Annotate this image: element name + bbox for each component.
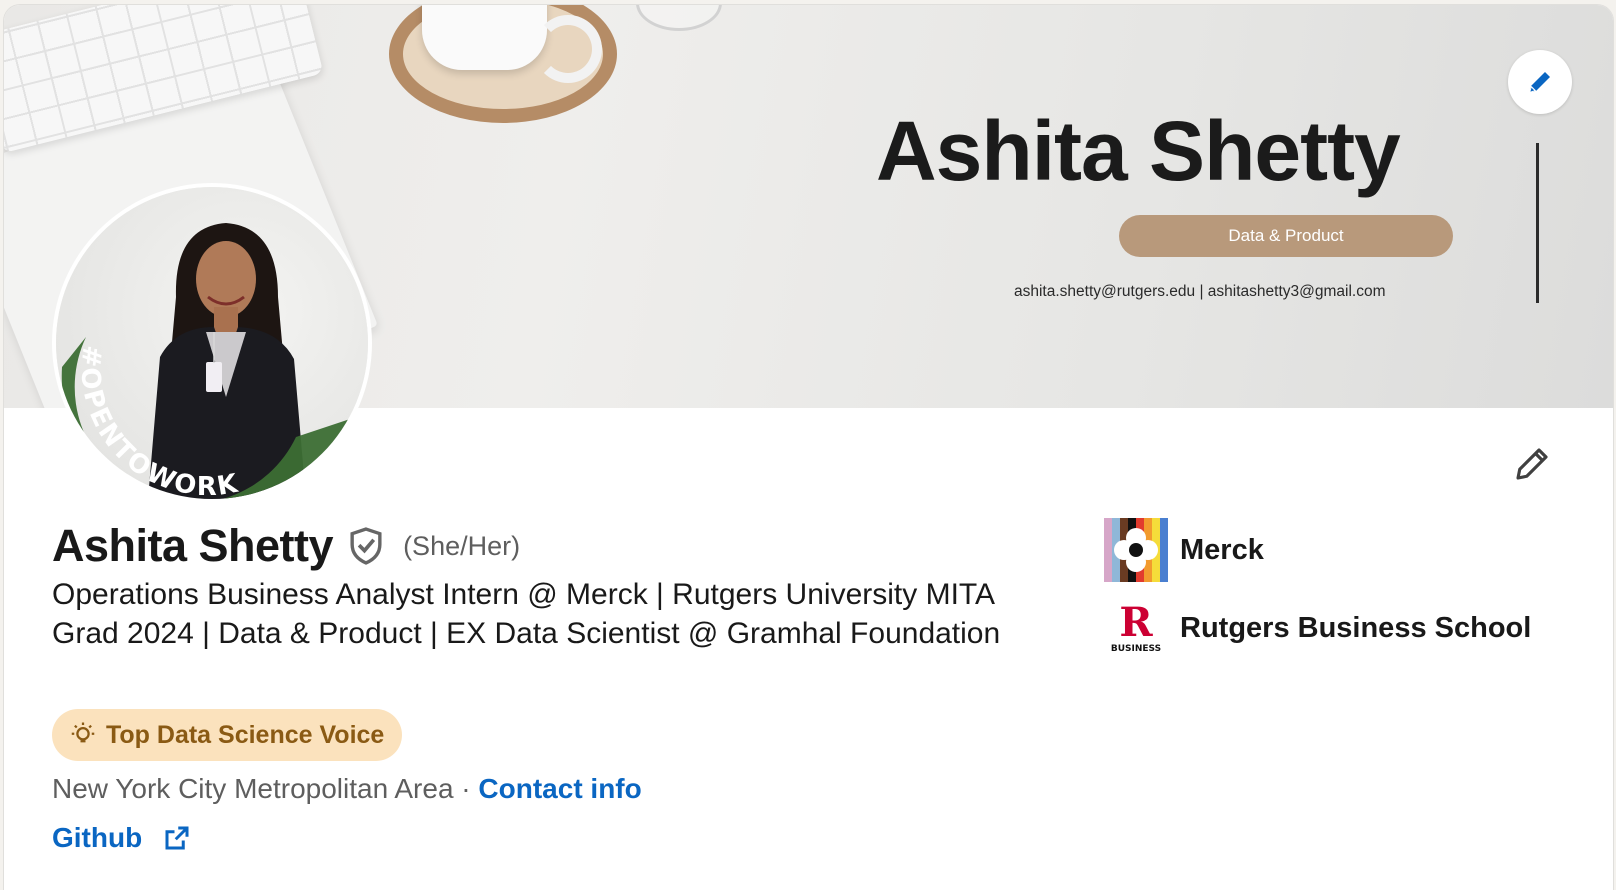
lightbulb-icon: [68, 720, 98, 750]
org-name: Merck: [1180, 533, 1264, 566]
banner-divider: [1536, 143, 1539, 303]
badge-label: Top Data Science Voice: [106, 720, 385, 749]
banner-mug: [422, 5, 547, 70]
shield-check-icon[interactable]: [347, 526, 385, 566]
org-list: Merck R BUSINESS Rutgers Business School: [1104, 518, 1531, 674]
org-item-merck[interactable]: Merck: [1104, 518, 1531, 582]
edit-banner-button[interactable]: [1508, 50, 1572, 114]
contact-info-link[interactable]: Contact info: [478, 773, 641, 804]
pencil-icon: [1530, 72, 1550, 92]
svg-text:R: R: [1119, 599, 1153, 646]
banner-title: Ashita Shetty: [876, 104, 1401, 198]
banner-tagline: Data & Product: [1119, 215, 1453, 257]
name-row: Ashita Shetty (She/Her): [52, 520, 520, 572]
profile-card: Ashita Shetty Data & Product ashita.shet…: [4, 5, 1613, 890]
profile-photo-image: #OPENTOWORK: [56, 187, 368, 499]
rutgers-logo: R BUSINESS: [1104, 596, 1168, 660]
pencil-icon: [1516, 448, 1548, 480]
profile-headline: Operations Business Analyst Intern @ Mer…: [52, 578, 1001, 650]
org-item-rutgers[interactable]: R BUSINESS Rutgers Business School: [1104, 596, 1531, 660]
banner-glass: [636, 5, 722, 31]
location-row: New York City Metropolitan Area · Contac…: [52, 773, 642, 805]
pronouns: (She/Her): [403, 530, 521, 561]
banner-mug-handle: [534, 15, 602, 83]
merck-logo: [1104, 518, 1168, 582]
location-separator: ·: [453, 773, 479, 804]
svg-text:BUSINESS: BUSINESS: [1111, 644, 1161, 654]
org-name: Rutgers Business School: [1180, 611, 1532, 644]
external-link-icon: [162, 823, 192, 853]
profile-photo-figure: #OPENTOWORK: [56, 187, 368, 499]
github-link[interactable]: Github: [52, 822, 192, 854]
profile-photo[interactable]: #OPENTOWORK: [52, 183, 372, 503]
github-link-label: Github: [52, 822, 143, 853]
banner-emails: ashita.shetty@rutgers.edu | ashitashetty…: [1014, 283, 1386, 300]
top-voice-badge[interactable]: Top Data Science Voice: [52, 709, 403, 761]
profile-name: Ashita Shetty: [52, 520, 334, 571]
location-text: New York City Metropolitan Area: [52, 773, 454, 804]
edit-intro-button[interactable]: [1508, 440, 1556, 488]
